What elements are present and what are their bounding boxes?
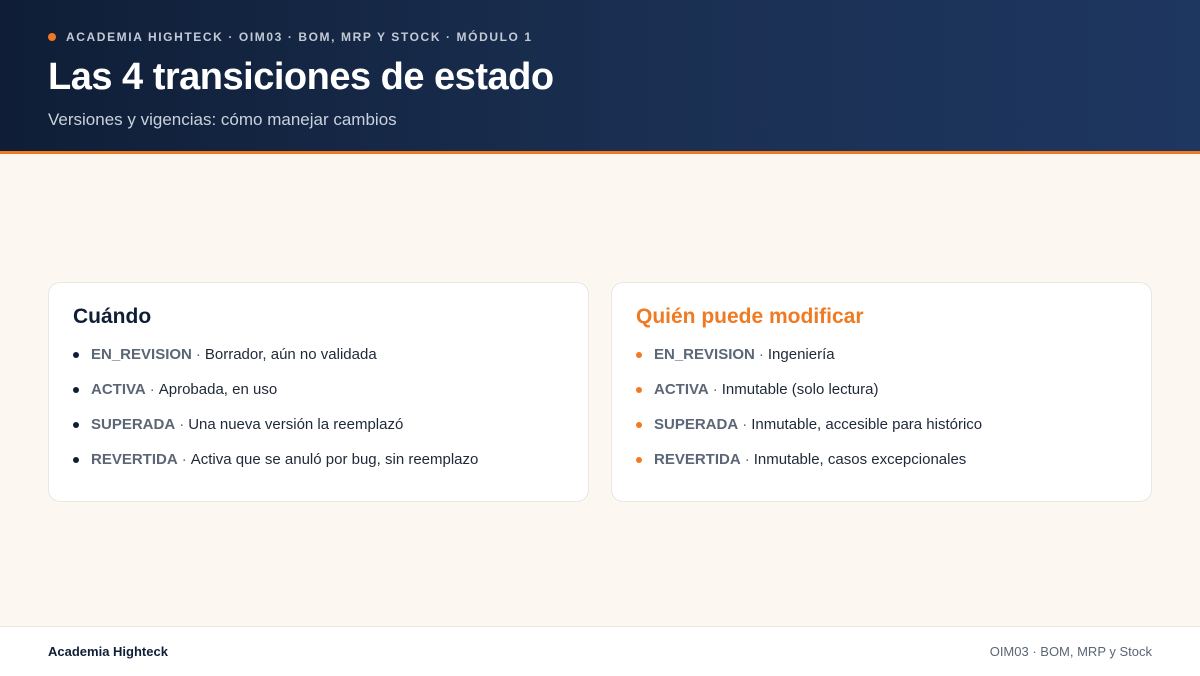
list-item: EN_REVISION · Borrador, aún no validada (73, 345, 564, 364)
state-label: EN_REVISION (654, 346, 755, 363)
state-label: SUPERADA (654, 416, 739, 433)
bullet-icon (73, 386, 79, 393)
eyebrow-text: ACADEMIA HIGHTECK · OIM03 · BOM, MRP Y S… (66, 30, 533, 44)
list-item: SUPERADA · Una nueva versión la reemplaz… (73, 415, 564, 434)
bullet-icon (73, 351, 79, 358)
list-item: SUPERADA · Inmutable, accesible para his… (636, 415, 1127, 434)
list-item: ACTIVA · Aprobada, en uso (73, 380, 564, 399)
separator: · (179, 416, 185, 433)
card-cuando: Cuándo EN_REVISION · Borrador, aún no va… (48, 282, 589, 502)
bullet-icon (636, 351, 642, 358)
cards-container: Cuándo EN_REVISION · Borrador, aún no va… (48, 282, 1152, 502)
bullet-icon (636, 386, 642, 393)
state-description: Activa que se anuló por bug, sin reempla… (190, 451, 479, 468)
list-item: REVERTIDA · Activa que se anuló por bug,… (73, 450, 564, 469)
card-heading: Quién puede modificar (636, 305, 864, 328)
bullet-icon (636, 456, 642, 463)
state-label: ACTIVA (91, 381, 146, 398)
state-label: REVERTIDA (654, 451, 741, 468)
state-label: SUPERADA (91, 416, 176, 433)
state-description: Ingeniería (767, 346, 835, 363)
list-item: EN_REVISION · Ingeniería (636, 345, 1127, 364)
page-title: Las 4 transiciones de estado (48, 56, 554, 98)
state-description: Aprobada, en uso (158, 381, 278, 398)
separator: · (744, 451, 750, 468)
separator: · (742, 416, 748, 433)
state-description: Inmutable, accesible para histórico (751, 416, 983, 433)
state-list: EN_REVISION · Borrador, aún no validada … (73, 345, 564, 469)
state-description: Inmutable, casos excepcionales (753, 451, 967, 468)
card-quien-puede-modificar: Quién puede modificar EN_REVISION · Inge… (611, 282, 1152, 502)
permission-list: EN_REVISION · Ingeniería ACTIVA · Inmuta… (636, 345, 1127, 469)
state-description: Inmutable (solo lectura) (721, 381, 879, 398)
footer: Academia Highteck OIM03 · BOM, MRP y Sto… (0, 626, 1200, 676)
state-description: Borrador, aún no validada (204, 346, 377, 363)
state-label: ACTIVA (654, 381, 709, 398)
separator: · (149, 381, 155, 398)
accent-dot-icon (48, 33, 56, 41)
page-subtitle: Versiones y vigencias: cómo manejar camb… (48, 110, 397, 129)
list-item: REVERTIDA · Inmutable, casos excepcional… (636, 450, 1127, 469)
card-heading: Cuándo (73, 305, 152, 328)
state-description: Una nueva versión la reemplazó (188, 416, 404, 433)
eyebrow: ACADEMIA HIGHTECK · OIM03 · BOM, MRP Y S… (48, 30, 533, 44)
footer-course: OIM03 · BOM, MRP y Stock (989, 644, 1152, 659)
bullet-icon (636, 421, 642, 428)
bullet-icon (73, 421, 79, 428)
header-banner: ACADEMIA HIGHTECK · OIM03 · BOM, MRP Y S… (0, 0, 1200, 154)
separator: · (181, 451, 187, 468)
separator: · (758, 346, 764, 363)
state-label: EN_REVISION (91, 346, 192, 363)
separator: · (195, 346, 201, 363)
list-item: ACTIVA · Inmutable (solo lectura) (636, 380, 1127, 399)
separator: · (712, 381, 718, 398)
state-label: REVERTIDA (91, 451, 178, 468)
footer-brand: Academia Highteck (48, 644, 168, 659)
bullet-icon (73, 456, 79, 463)
